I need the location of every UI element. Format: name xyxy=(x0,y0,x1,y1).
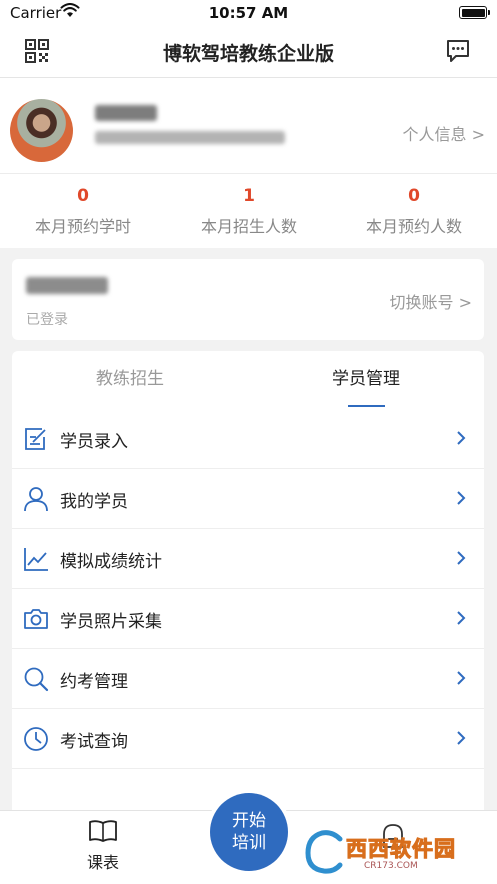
search-icon xyxy=(24,667,49,692)
menu-item-mock-score-stats[interactable]: 模拟成绩统计 xyxy=(12,528,484,589)
chevron-right-icon xyxy=(457,731,466,745)
start-training-label-line2: 培训 xyxy=(232,833,266,853)
stat-value: 1 xyxy=(243,186,255,206)
watermark-logo: 西西软件园 CR173.COM xyxy=(302,825,482,879)
camera-icon xyxy=(24,609,48,629)
stat-label: 本月预约人数 xyxy=(365,217,462,236)
start-training-label-line1: 开始 xyxy=(232,811,266,831)
active-tab-indicator xyxy=(348,405,385,407)
start-training-button[interactable]: 开始 培训 xyxy=(206,789,292,875)
page-title: 博软驾培教练企业版 xyxy=(162,43,334,65)
nav-bar: 博软驾培教练企业版 xyxy=(0,26,497,78)
profile-section[interactable]: 个人信息 > xyxy=(0,78,497,173)
watermark-url: CR173.COM xyxy=(364,861,418,871)
profile-name-redacted xyxy=(95,105,157,121)
switch-account-button[interactable]: 切换账号 > xyxy=(390,289,473,313)
profile-subtitle-redacted xyxy=(95,131,285,144)
chevron-right-icon xyxy=(457,491,466,505)
stats-row: 0 本月预约学时 1 本月招生人数 0 本月预约人数 xyxy=(0,173,497,249)
stat-monthly-bookings: 0 本月预约人数 xyxy=(331,186,497,237)
watermark-c-icon xyxy=(303,828,345,876)
tab-schedule-label: 课表 xyxy=(86,853,119,872)
menu-item-exam-query[interactable]: 考试查询 xyxy=(12,708,484,769)
clock-icon xyxy=(24,727,48,751)
status-bar: Carrier 10:57 AM xyxy=(0,0,497,26)
menu-label: 学员录入 xyxy=(60,432,128,452)
menu-item-photo-capture[interactable]: 学员照片采集 xyxy=(12,588,484,649)
menu-label: 模拟成绩统计 xyxy=(60,552,162,572)
clock: 10:57 AM xyxy=(208,4,289,22)
menu-label: 约考管理 xyxy=(60,672,128,692)
stat-value: 0 xyxy=(77,186,89,206)
chart-icon xyxy=(24,548,48,571)
menu-label: 我的学员 xyxy=(60,492,128,512)
chevron-right-icon xyxy=(457,611,466,625)
user-icon xyxy=(24,487,48,512)
menu-item-my-students[interactable]: 我的学员 xyxy=(12,468,484,529)
chevron-right-icon xyxy=(457,671,466,685)
stat-label: 本月招生人数 xyxy=(200,217,297,236)
menu-item-exam-booking[interactable]: 约考管理 xyxy=(12,648,484,709)
login-status: 已登录 xyxy=(26,312,68,328)
stat-value: 0 xyxy=(408,186,420,206)
watermark-brand: 西西软件园 xyxy=(346,837,456,862)
account-card: 已登录 切换账号 > xyxy=(12,259,484,340)
battery-icon xyxy=(459,6,490,19)
start-training-circle: 开始 培训 xyxy=(210,793,288,871)
tab-coach-recruit[interactable]: 教练招生 xyxy=(12,351,248,407)
chevron-right-icon xyxy=(457,551,466,565)
menu-label: 学员照片采集 xyxy=(60,612,162,632)
edit-icon xyxy=(25,428,46,450)
stat-label: 本月预约学时 xyxy=(34,217,131,236)
avatar xyxy=(10,99,73,162)
stat-monthly-enrollments: 1 本月招生人数 xyxy=(166,186,332,237)
stat-monthly-booked-hours: 0 本月预约学时 xyxy=(0,186,166,237)
menu-label: 考试查询 xyxy=(60,732,128,752)
tab-schedule[interactable]: 课表 xyxy=(73,819,133,873)
management-card: 教练招生 学员管理 学员录入 我的学员 模拟成绩统计 学员照片采集 约考管理 考… xyxy=(12,351,484,811)
tab-student-management[interactable]: 学员管理 xyxy=(248,351,484,407)
chevron-right-icon xyxy=(457,431,466,445)
message-icon[interactable] xyxy=(445,38,471,64)
account-name-redacted xyxy=(26,277,108,294)
menu-item-student-entry[interactable]: 学员录入 xyxy=(12,408,484,469)
profile-info-link[interactable]: 个人信息 > xyxy=(403,121,486,145)
book-icon xyxy=(89,820,117,842)
